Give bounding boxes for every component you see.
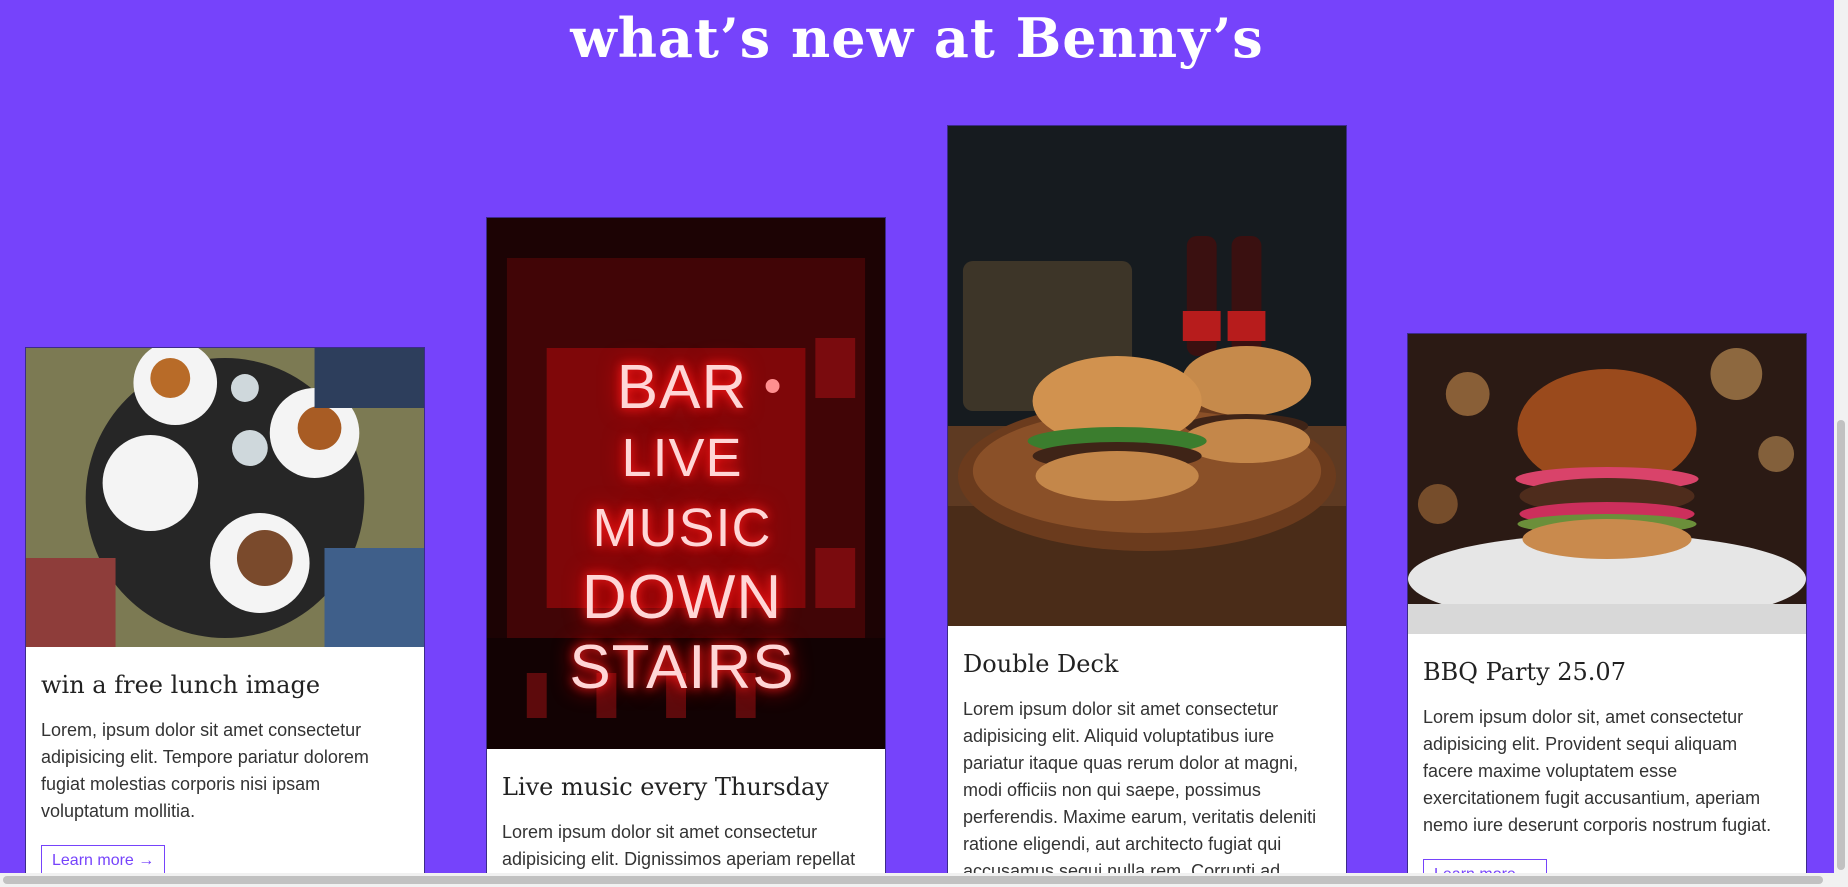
burger-plate-image <box>1408 334 1806 634</box>
neon-line: BAR <box>616 353 748 422</box>
vertical-scrollbar-thumb[interactable] <box>1837 420 1845 870</box>
card-text: Lorem ipsum dolor sit, amet consectetur … <box>1423 707 1772 835</box>
card-title: Double Deck <box>963 650 1119 678</box>
card-text: Lorem ipsum dolor sit amet consectetur a… <box>963 699 1317 881</box>
double-burger-image <box>948 126 1346 626</box>
neon-sign: BAR LIVE MUSIC DOWN STAIRS <box>537 353 827 703</box>
news-card-double-deck: Double Deck Lorem ipsum dolor sit amet c… <box>947 125 1347 886</box>
vertical-scrollbar[interactable] <box>1834 0 1848 887</box>
neon-line: STAIRS <box>569 633 795 702</box>
card-text: Lorem ipsum dolor sit amet consectetur a… <box>502 822 856 869</box>
neon-sign-image: BAR LIVE MUSIC DOWN STAIRS <box>487 218 885 749</box>
page-title: what’s new at Benny’s <box>570 6 1264 70</box>
diners-table-image <box>26 348 424 647</box>
news-card-lunch: win a free lunch image Lorem, ipsum dolo… <box>25 347 425 878</box>
horizontal-scrollbar[interactable] <box>0 873 1834 887</box>
news-card-live-music: BAR LIVE MUSIC DOWN STAIRS Live music ev… <box>486 217 886 874</box>
card-title: win a free lunch image <box>41 671 321 699</box>
neon-line: DOWN <box>581 563 783 632</box>
horizontal-scrollbar-thumb[interactable] <box>3 876 1823 884</box>
neon-line: LIVE MUSIC <box>592 428 772 558</box>
card-title: Live music every Thursday <box>502 773 829 801</box>
card-title: BBQ Party 25.07 <box>1423 658 1626 686</box>
card-text: Lorem, ipsum dolor sit amet consectetur … <box>41 720 369 821</box>
news-card-bbq-party: BBQ Party 25.07 Lorem ipsum dolor sit, a… <box>1407 333 1807 887</box>
